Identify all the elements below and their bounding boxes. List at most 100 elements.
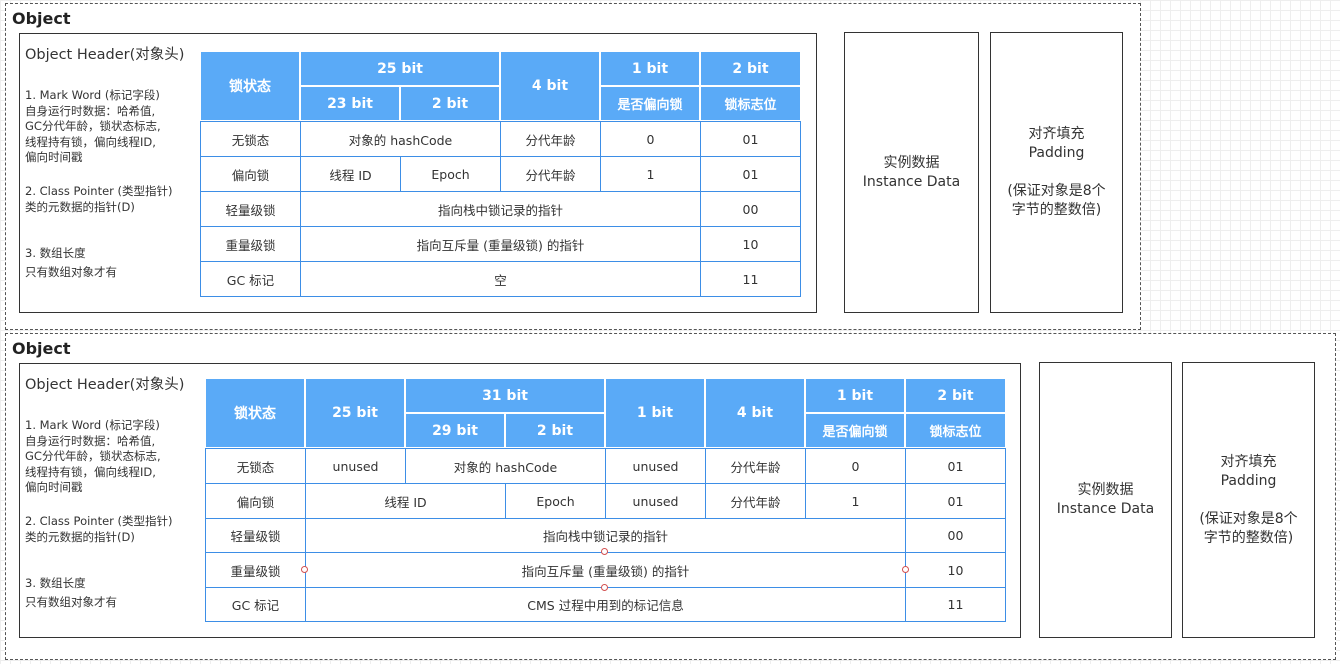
instance-data-box-2: 实例数据 Instance Data bbox=[1039, 362, 1172, 638]
resize-handle-top[interactable] bbox=[601, 548, 608, 555]
row-biased-thread-id: 线程 ID bbox=[300, 156, 401, 192]
header-is-biased: 是否偏向锁 bbox=[805, 413, 905, 448]
row-gc-state: GC 标记 bbox=[205, 587, 306, 622]
desc-line: GC分代年龄，锁状态标志, bbox=[25, 119, 161, 133]
padding-note-line: (保证对象是8个 bbox=[1199, 510, 1298, 527]
array-length-description-1: 3. 数组长度 只有数组对象才有 bbox=[25, 244, 117, 282]
padding-label: 对齐填充 bbox=[1028, 126, 1085, 142]
row-biased-state: 偏向锁 bbox=[200, 156, 301, 192]
desc-line: GC分代年龄，锁状态标志, bbox=[25, 449, 161, 463]
header-25-bit: 25 bit bbox=[300, 51, 500, 86]
row-unlocked-age: 分代年龄 bbox=[705, 448, 806, 484]
mark-word-description-2: 1. Mark Word (标记字段) 自身运行时数据：哈希值, GC分代年龄，… bbox=[25, 418, 161, 496]
row-biased-state: 偏向锁 bbox=[205, 483, 306, 519]
mark-word-table-2: 锁状态 25 bit 31 bit 29 bit 2 bit 1 bit 4 b… bbox=[205, 378, 1006, 622]
header-4-bit: 4 bit bbox=[500, 51, 600, 121]
instance-data-box-1: 实例数据 Instance Data bbox=[844, 32, 979, 313]
padding-label-en: Padding bbox=[1028, 145, 1085, 161]
header-lock-state: 锁状态 bbox=[200, 51, 300, 121]
row-biased-flag: 01 bbox=[700, 156, 801, 192]
row-gc-content: 空 bbox=[300, 261, 701, 297]
desc-line: 2. Class Pointer (类型指针) bbox=[25, 184, 173, 198]
resize-handle-bottom[interactable] bbox=[601, 584, 608, 591]
row-gc-flag: 11 bbox=[700, 261, 801, 297]
header-2-bit-flag: 2 bit bbox=[905, 378, 1006, 413]
object-title-1: Object bbox=[12, 9, 71, 28]
class-pointer-description-1: 2. Class Pointer (类型指针) 类的元数据的指针(D) bbox=[25, 184, 173, 215]
object-header-title-1: Object Header(对象头) bbox=[25, 47, 185, 63]
row-biased-unused: unused bbox=[605, 483, 706, 519]
row-biased-biased: 1 bbox=[600, 156, 701, 192]
row-unlocked-state: 无锁态 bbox=[200, 121, 301, 157]
row-heavyweight-flag: 10 bbox=[905, 552, 1006, 588]
desc-line: 类的元数据的指针(D) bbox=[25, 529, 135, 544]
desc-line: 偏向时间戳 bbox=[25, 480, 83, 494]
row-lightweight-content: 指向栈中锁记录的指针 bbox=[300, 191, 701, 227]
row-unlocked-state: 无锁态 bbox=[205, 448, 306, 484]
header-23-bit: 23 bit bbox=[300, 86, 400, 121]
desc-line: 1. Mark Word (标记字段) bbox=[25, 88, 160, 102]
row-gc-state: GC 标记 bbox=[200, 261, 301, 297]
resize-handle-right[interactable] bbox=[902, 566, 909, 573]
desc-line: 线程持有锁，偏向线程ID, bbox=[25, 464, 156, 479]
row-biased-flag: 01 bbox=[905, 483, 1006, 519]
mark-word-description-1: 1. Mark Word (标记字段) 自身运行时数据：哈希值, GC分代年龄，… bbox=[25, 88, 161, 166]
row-heavyweight-flag: 10 bbox=[700, 226, 801, 262]
row-biased-biased: 1 bbox=[805, 483, 906, 519]
row-gc-content: CMS 过程中用到的标记信息 bbox=[305, 587, 906, 622]
header-31-bit: 31 bit bbox=[405, 378, 605, 413]
row-heavyweight-state: 重量级锁 bbox=[200, 226, 301, 262]
header-lock-state: 锁状态 bbox=[205, 378, 305, 448]
padding-label-en: Padding bbox=[1220, 472, 1277, 489]
desc-line: 只有数组对象才有 bbox=[25, 265, 117, 279]
header-lock-flag: 锁标志位 bbox=[905, 413, 1006, 448]
row-unlocked-age: 分代年龄 bbox=[500, 121, 601, 157]
header-1-bit: 1 bit bbox=[805, 378, 905, 413]
row-unlocked-biased: 0 bbox=[805, 448, 906, 484]
row-heavyweight-content: 指向互斥量 (重量级锁) 的指针 bbox=[300, 226, 701, 262]
padding-note-line: 字节的整数倍) bbox=[1011, 202, 1102, 218]
header-25-bit: 25 bit bbox=[305, 378, 405, 448]
row-biased-thread-id: 线程 ID bbox=[305, 483, 506, 519]
desc-line: 偏向时间戳 bbox=[25, 150, 83, 164]
row-heavyweight-content: 指向互斥量 (重量级锁) 的指针 bbox=[305, 552, 906, 588]
desc-line: 线程持有锁，偏向线程ID, bbox=[25, 134, 156, 149]
padding-box-1: 对齐填充 Padding (保证对象是8个 字节的整数倍) bbox=[990, 32, 1123, 313]
row-gc-flag: 11 bbox=[905, 587, 1006, 622]
row-lightweight-flag: 00 bbox=[700, 191, 801, 227]
row-lightweight-state: 轻量级锁 bbox=[200, 191, 301, 227]
object-title-2: Object bbox=[12, 339, 71, 358]
instance-data-label-en: Instance Data bbox=[862, 173, 961, 190]
desc-line: 自身运行时数据：哈希值, bbox=[25, 433, 156, 448]
row-lightweight-state: 轻量级锁 bbox=[205, 518, 306, 553]
header-is-biased: 是否偏向锁 bbox=[600, 86, 700, 121]
padding-note-line: (保证对象是8个 bbox=[1007, 183, 1106, 199]
instance-data-label-en: Instance Data bbox=[1056, 501, 1155, 517]
row-biased-epoch: Epoch bbox=[505, 483, 606, 519]
row-unlocked-hashcode: 对象的 hashCode bbox=[300, 121, 501, 157]
padding-note-line: 字节的整数倍) bbox=[1203, 529, 1294, 546]
resize-handle-left[interactable] bbox=[301, 566, 308, 573]
header-1-bit: 1 bit bbox=[600, 51, 700, 86]
row-lightweight-flag: 00 bbox=[905, 518, 1006, 553]
header-lock-flag: 锁标志位 bbox=[700, 86, 801, 121]
header-1-bit-unused: 1 bit bbox=[605, 378, 705, 448]
header-29-bit: 29 bit bbox=[405, 413, 505, 448]
header-2-bit: 2 bit bbox=[505, 413, 605, 448]
array-length-description-2: 3. 数组长度 只有数组对象才有 bbox=[25, 574, 117, 612]
row-unlocked-flag: 01 bbox=[700, 121, 801, 157]
instance-data-label: 实例数据 bbox=[883, 154, 940, 171]
padding-label: 对齐填充 bbox=[1220, 453, 1277, 470]
row-unlocked-flag: 01 bbox=[905, 448, 1006, 484]
row-biased-epoch: Epoch bbox=[400, 156, 501, 192]
row-unlocked-hashcode: 对象的 hashCode bbox=[405, 448, 606, 484]
desc-line: 3. 数组长度 bbox=[25, 576, 86, 590]
row-unlocked-biased: 0 bbox=[600, 121, 701, 157]
row-biased-age: 分代年龄 bbox=[500, 156, 601, 192]
row-biased-age: 分代年龄 bbox=[705, 483, 806, 519]
header-2-bit: 2 bit bbox=[400, 86, 500, 121]
header-2-bit-flag: 2 bit bbox=[700, 51, 801, 86]
desc-line: 类的元数据的指针(D) bbox=[25, 199, 135, 214]
